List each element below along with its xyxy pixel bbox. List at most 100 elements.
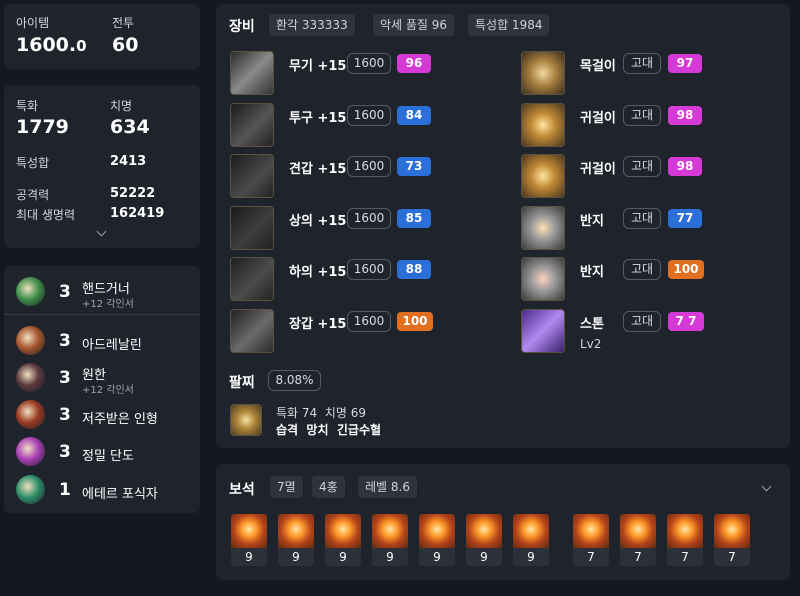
gem-level: 9 xyxy=(466,548,502,566)
chest-icon[interactable] xyxy=(230,205,274,250)
bracelet-percent: 8.08% xyxy=(268,370,321,391)
gem-icon[interactable] xyxy=(231,514,267,548)
engraving-book: +12 각인서 xyxy=(82,385,134,396)
gloves-icon[interactable] xyxy=(230,308,274,353)
gem-icon[interactable] xyxy=(466,514,502,548)
gem-icon[interactable] xyxy=(278,514,314,548)
accessory-name: 목걸이 xyxy=(580,59,616,74)
quality-badge: 98 xyxy=(668,157,702,176)
gear-item-level: 1600 xyxy=(347,259,391,280)
ether-predator-icon xyxy=(16,475,45,504)
spec-label: 특화 xyxy=(16,99,39,113)
gem-level: 9 xyxy=(325,548,361,566)
accessory-name: 스톤 xyxy=(580,316,604,332)
gem-icon[interactable] xyxy=(573,514,609,548)
item-level-decimal: 0 xyxy=(76,37,87,55)
detail-stats-panel: 특화 1779 치명 634 특성합 2413 공격력 52222 최대 생명력… xyxy=(4,85,200,248)
engraving-row[interactable]: 3 정밀 단도 xyxy=(4,433,201,469)
bracelet-icon[interactable] xyxy=(230,404,262,436)
attack-label: 공격력 xyxy=(16,188,50,202)
quality-badge: 98 xyxy=(668,105,702,125)
quality-badge: 88 xyxy=(397,260,431,279)
gem-level: 7 xyxy=(620,548,656,566)
quality-badge: 97 xyxy=(668,54,702,73)
helmet-icon[interactable] xyxy=(230,102,274,147)
earring-icon[interactable] xyxy=(521,102,565,147)
gems-title: 보석 xyxy=(229,482,255,498)
gem-level: 9 xyxy=(278,548,314,566)
gem-icon[interactable] xyxy=(620,514,656,548)
cursed-doll-icon xyxy=(16,400,45,429)
ability-stone-icon[interactable] xyxy=(521,308,565,353)
grudge-icon xyxy=(16,363,45,392)
engraving-level: 3 xyxy=(59,368,71,388)
gem-icon[interactable] xyxy=(372,514,408,548)
adrenaline-icon xyxy=(16,326,45,355)
summary-stats-panel: 아이템 1600.0 전투 60 xyxy=(4,4,200,69)
engraving-row[interactable]: 1 에테르 포식자 xyxy=(4,471,201,507)
equipment-chip: 환각 333333 xyxy=(269,14,355,36)
gem-chip: 7멸 xyxy=(270,476,303,498)
crit-label: 치명 xyxy=(110,99,133,113)
accessory-grade: 고대 xyxy=(623,156,661,177)
quality-badge: 96 xyxy=(397,54,431,73)
earring-icon[interactable] xyxy=(521,154,565,198)
weapon-icon[interactable] xyxy=(230,51,274,95)
equipment-chip: 특성합 1984 xyxy=(468,14,550,36)
gear-item-level: 1600 xyxy=(347,104,391,126)
quality-badge: 7 7 xyxy=(668,311,704,331)
gear-name: 투구 +15 xyxy=(289,110,347,126)
accessory-name: 반지 xyxy=(580,265,604,280)
engraving-divider xyxy=(4,314,200,315)
accessory-grade: 고대 xyxy=(623,104,661,126)
handgunner-icon xyxy=(16,277,45,306)
collapse-chevron-icon[interactable] xyxy=(761,481,772,492)
gem-level: 9 xyxy=(372,548,408,566)
ring-icon[interactable] xyxy=(521,205,565,250)
quality-badge: 84 xyxy=(397,105,431,125)
crit-value: 634 xyxy=(110,116,150,138)
gem-icon[interactable] xyxy=(325,514,361,548)
stone-level: Lv2 xyxy=(580,336,602,351)
gem-icon[interactable] xyxy=(714,514,750,548)
gear-item-level: 1600 xyxy=(347,310,391,332)
max-hp-value: 162419 xyxy=(110,206,165,221)
engraving-level: 1 xyxy=(59,480,71,500)
gem-icon[interactable] xyxy=(419,514,455,548)
shoulder-icon[interactable] xyxy=(230,154,274,198)
expand-chevron-icon[interactable] xyxy=(96,226,107,237)
spec-value: 1779 xyxy=(16,116,69,138)
accessory-grade: 고대 xyxy=(623,207,661,229)
gem-icon[interactable] xyxy=(513,514,549,548)
quality-badge: 100 xyxy=(397,311,433,331)
equipment-chip: 악세 품질 96 xyxy=(373,14,455,36)
engraving-book: +12 각인서 xyxy=(82,299,134,310)
engraving-row[interactable]: 3 아드레날린 xyxy=(4,322,201,358)
engraving-level: 3 xyxy=(59,282,71,302)
ring-icon[interactable] xyxy=(521,257,565,301)
gem-level: 9 xyxy=(513,548,549,566)
combat-level-value: 60 xyxy=(112,34,139,56)
engraving-level: 3 xyxy=(59,405,71,425)
pants-icon[interactable] xyxy=(230,257,274,301)
necklace-icon[interactable] xyxy=(521,51,565,95)
gems-panel: 보석 7멸 4홍 레벨 8.6 99999997777 xyxy=(216,464,790,580)
quality-badge: 100 xyxy=(668,260,704,279)
gem-chip: 레벨 8.6 xyxy=(358,476,417,498)
gem-icon[interactable] xyxy=(667,514,703,548)
bracelet-stats: 특화 74 치명 69 xyxy=(276,406,366,420)
engraving-row[interactable]: 3 원한 +12 각인서 xyxy=(4,359,201,396)
quality-badge: 73 xyxy=(397,157,431,176)
attack-value: 52222 xyxy=(110,186,156,201)
accessory-grade: 고대 xyxy=(623,53,661,74)
engraving-level: 3 xyxy=(59,442,71,462)
engraving-name: 아드레날린 xyxy=(82,338,142,353)
engraving-row[interactable]: 3 저주받은 인형 xyxy=(4,396,201,432)
engraving-row[interactable]: 3 핸드거너 +12 각인서 xyxy=(4,273,201,310)
equipment-panel: 장비 환각 333333 악세 품질 96 특성합 1984 무기 +15 160… xyxy=(216,4,790,448)
precise-dagger-icon xyxy=(16,437,45,466)
accessory-grade: 고대 xyxy=(623,310,661,332)
gear-name: 견갑 +15 xyxy=(289,162,347,177)
bracelet-effects: 습격 망치 긴급수혈 xyxy=(276,423,382,437)
engraving-level: 3 xyxy=(59,331,71,351)
